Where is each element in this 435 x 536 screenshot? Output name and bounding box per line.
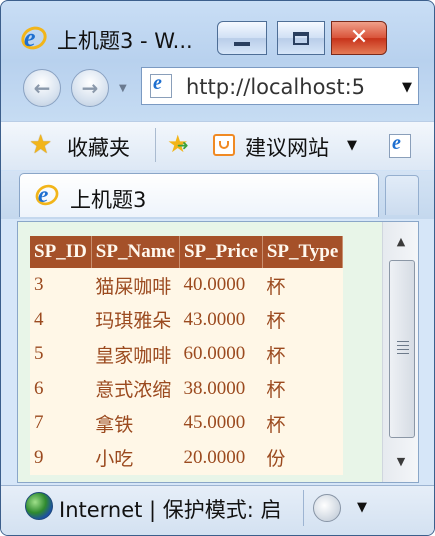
cell-sp-type: 份: [262, 440, 343, 475]
address-input[interactable]: http://localhost:5: [186, 75, 392, 99]
cell-sp-name: 拿铁: [91, 406, 180, 441]
scroll-up-arrow-icon[interactable]: ▲: [383, 226, 418, 256]
suggested-sites-icon: [213, 134, 235, 156]
zoom-dropdown-icon[interactable]: ▼: [357, 500, 367, 515]
web-slice-icon[interactable]: e: [389, 132, 411, 158]
status-divider: [303, 490, 304, 526]
caption-buttons: ✕: [217, 21, 387, 55]
page-icon: e: [150, 72, 172, 98]
column-header: SP_Name: [91, 236, 180, 268]
title-bar[interactable]: e 上机题3 - W... ✕: [1, 1, 434, 55]
scroll-down-arrow-icon[interactable]: ▼: [383, 446, 418, 476]
suggested-sites-dropdown-icon[interactable]: ▼: [347, 138, 357, 153]
window-title: 上机题3 - W...: [57, 29, 193, 53]
minimize-button[interactable]: [217, 21, 267, 55]
table-row: 7 拿铁 45.0000 杯: [30, 406, 343, 441]
internet-zone-globe-icon: [25, 492, 53, 520]
maximize-icon: [293, 31, 309, 45]
add-to-favorites-icon[interactable]: ★ ➜: [167, 130, 189, 158]
navigation-bar: ← → ▼ e http://localhost:5 ▼: [1, 59, 434, 117]
back-button[interactable]: ←: [23, 69, 61, 107]
tab-label: 上机题3: [70, 188, 147, 212]
zoom-icon[interactable]: [313, 494, 341, 522]
back-arrow-icon: ←: [33, 76, 51, 100]
cell-sp-id: 9: [30, 440, 92, 475]
cell-sp-id: 4: [30, 302, 92, 337]
cell-sp-price: 40.0000: [179, 268, 263, 303]
favorites-bar: ★ 收藏夹 ★ ➜ 建议网站 ▼ e: [1, 121, 434, 170]
cell-sp-id: 6: [30, 371, 92, 406]
minimize-icon: [234, 42, 250, 46]
cell-sp-type: 杯: [262, 302, 343, 337]
table-row: 5 皇家咖啡 60.0000 杯: [30, 337, 343, 372]
scrollbar-thumb[interactable]: [389, 260, 415, 438]
cell-sp-type: 杯: [262, 268, 343, 303]
cell-sp-name: 玛琪雅朵: [91, 302, 180, 337]
column-header: SP_Price: [179, 236, 263, 268]
favorites-star-icon[interactable]: ★: [29, 130, 52, 160]
cell-sp-id: 3: [30, 268, 92, 303]
cell-sp-price: 60.0000: [179, 337, 263, 372]
table-row: 4 玛琪雅朵 43.0000 杯: [30, 302, 343, 337]
data-grid: SP_ID SP_Name SP_Price SP_Type 3 猫屎咖啡 40…: [30, 236, 344, 475]
column-header: SP_ID: [30, 236, 92, 268]
ie-logo-icon: e: [17, 22, 51, 54]
maximize-button[interactable]: [277, 21, 325, 55]
favorites-button[interactable]: 收藏夹: [67, 132, 130, 162]
cell-sp-id: 7: [30, 406, 92, 441]
cell-sp-price: 45.0000: [179, 406, 263, 441]
cell-sp-name: 皇家咖啡: [91, 337, 180, 372]
cell-sp-type: 杯: [262, 406, 343, 441]
cell-sp-type: 杯: [262, 371, 343, 406]
table-header-row: SP_ID SP_Name SP_Price SP_Type: [30, 236, 344, 268]
tab-bar: e 上机题3: [1, 171, 434, 219]
tab-ie-icon: e: [32, 181, 62, 209]
cell-sp-id: 5: [30, 337, 92, 372]
address-dropdown-icon[interactable]: ▼: [402, 80, 412, 95]
page-body: SP_ID SP_Name SP_Price SP_Type 3 猫屎咖啡 40…: [18, 222, 382, 482]
page-content: SP_ID SP_Name SP_Price SP_Type 3 猫屎咖啡 40…: [17, 221, 419, 483]
cell-sp-name: 意式浓缩: [91, 371, 180, 406]
cell-sp-name: 猫屎咖啡: [91, 268, 180, 303]
cell-sp-name: 小吃: [91, 440, 180, 475]
browser-window: e 上机题3 - W... ✕ ← → ▼ e http://localhost…: [0, 0, 435, 536]
vertical-scrollbar[interactable]: ▲ ▼: [382, 222, 418, 482]
status-text: Internet | 保护模式: 启: [59, 498, 282, 522]
recent-pages-dropdown[interactable]: ▼: [119, 83, 127, 94]
table-row: 6 意式浓缩 38.0000 杯: [30, 371, 343, 406]
close-button[interactable]: ✕: [331, 21, 387, 55]
new-tab-button[interactable]: [385, 175, 419, 215]
table-row: 3 猫屎咖啡 40.0000 杯: [30, 268, 343, 303]
cell-sp-price: 20.0000: [179, 440, 263, 475]
tab-current[interactable]: e 上机题3: [19, 173, 379, 217]
cell-sp-price: 38.0000: [179, 371, 263, 406]
table-row: 9 小吃 20.0000 份: [30, 440, 343, 475]
suggested-sites-button[interactable]: 建议网站: [245, 132, 329, 162]
forward-arrow-icon: →: [81, 76, 99, 100]
toolbar-divider: [155, 128, 156, 162]
column-header: SP_Type: [262, 236, 344, 268]
cell-sp-type: 杯: [262, 337, 343, 372]
forward-button[interactable]: →: [71, 69, 109, 107]
address-bar[interactable]: e http://localhost:5 ▼: [141, 67, 419, 105]
cell-sp-price: 43.0000: [179, 302, 263, 337]
close-icon: ✕: [349, 25, 369, 50]
status-bar: Internet | 保护模式: 启 ▼: [1, 485, 434, 535]
